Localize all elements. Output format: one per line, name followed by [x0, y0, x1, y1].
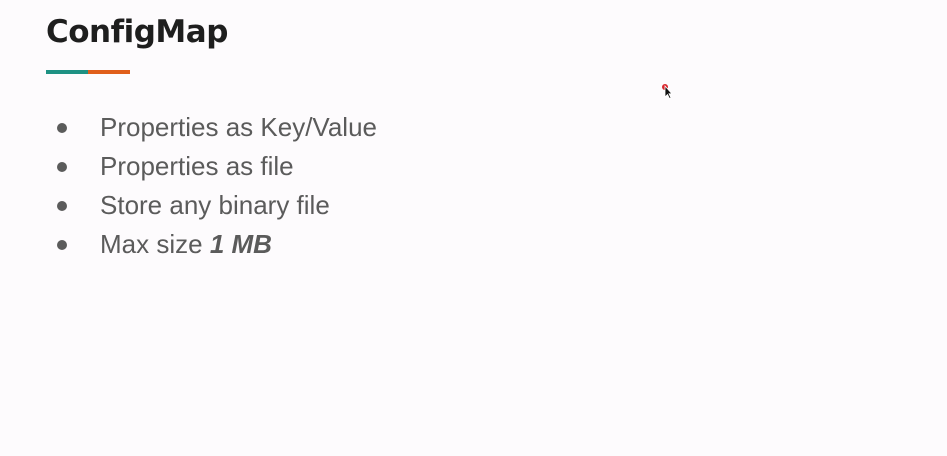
bullet-item: Properties as file [54, 147, 377, 186]
bullet-text: Properties as Key/Value [100, 112, 377, 142]
bullet-list: Properties as Key/Value Properties as fi… [54, 108, 377, 264]
title-underline [46, 70, 130, 74]
bullet-dot-icon [57, 239, 67, 250]
bullet-dot-icon [57, 161, 67, 172]
bullet-text: Store any binary file [100, 190, 330, 220]
slide-title: ConfigMap [46, 14, 228, 50]
bullet-text: Properties as file [100, 151, 294, 181]
bullet-dot-icon [57, 200, 67, 211]
underline-teal-segment [46, 70, 88, 74]
bullet-text: Max size [100, 229, 210, 259]
bullet-item: Properties as Key/Value [54, 108, 377, 147]
bullet-dot-icon [57, 122, 67, 133]
bullet-emphasis: 1 MB [209, 229, 272, 259]
mouse-pointer-icon [662, 84, 673, 99]
bullet-item: Store any binary file [54, 186, 377, 225]
underline-orange-segment [88, 70, 130, 74]
cursor-arrow [664, 84, 673, 99]
bullet-item: Max size 1 MB [54, 225, 377, 264]
slide: ConfigMap Properties as Key/Value Proper… [0, 0, 947, 456]
